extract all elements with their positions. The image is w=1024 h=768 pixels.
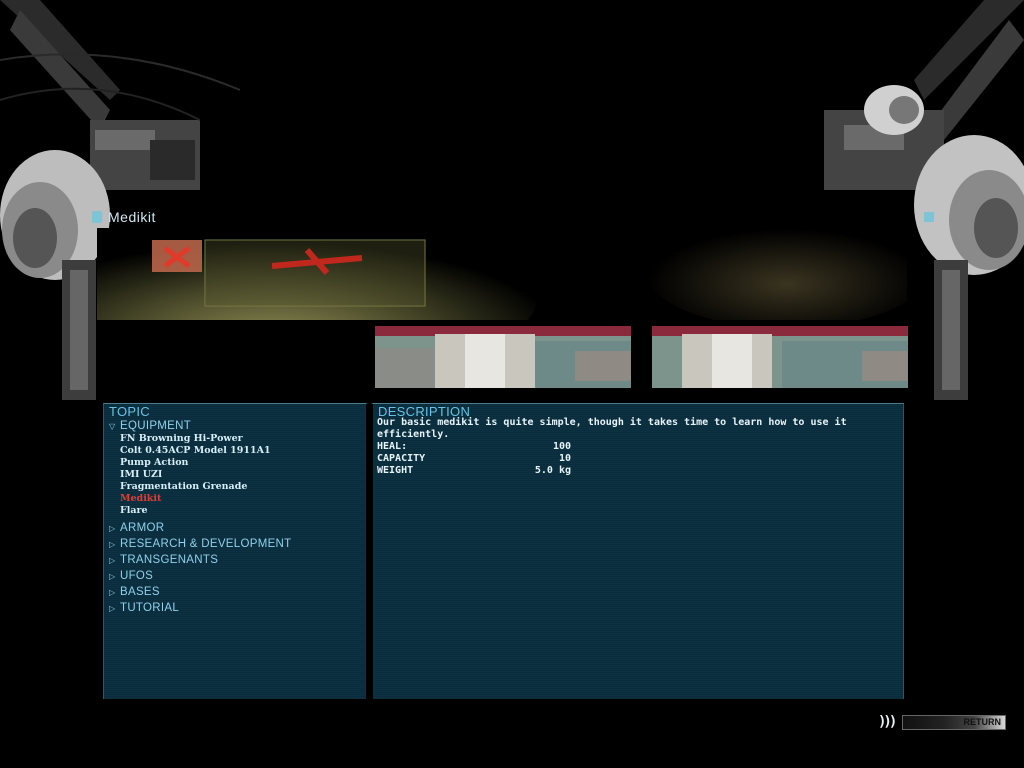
triangle-down-icon: ▽ bbox=[109, 421, 116, 431]
item-image bbox=[97, 228, 907, 320]
triangle-right-icon: ▷ bbox=[109, 571, 116, 581]
category-research-development[interactable]: ▷ RESEARCH & DEVELOPMENT bbox=[109, 537, 364, 551]
list-item-pump-action[interactable]: Pump Action bbox=[120, 457, 364, 469]
media-strip-2 bbox=[652, 326, 908, 388]
list-item-fn-browning[interactable]: FN Browning Hi-Power bbox=[120, 433, 364, 445]
description-panel: DESCRIPTION Our basic medikit is quite s… bbox=[371, 403, 904, 699]
category-label: RESEARCH & DEVELOPMENT bbox=[120, 538, 292, 550]
category-label: UFOS bbox=[120, 570, 154, 582]
stats-table: HEAL: 100 CAPACITY 10 WEIGHT 5.0 kg bbox=[377, 441, 677, 477]
category-label: ARMOR bbox=[120, 522, 165, 534]
equipment-items: FN Browning Hi-Power Colt 0.45ACP Model … bbox=[120, 433, 364, 517]
category-label: BASES bbox=[120, 586, 160, 598]
item-title: Medikit bbox=[108, 209, 156, 225]
stat-value: 5.0 kg bbox=[534, 465, 571, 476]
stat-row-heal: HEAL: 100 bbox=[377, 441, 677, 453]
return-bar: RETURN bbox=[902, 714, 1006, 730]
category-tutorial[interactable]: ▷ TUTORIAL bbox=[109, 601, 364, 615]
category-ufos[interactable]: ▷ UFOS bbox=[109, 569, 364, 583]
topic-heading: TOPIC bbox=[109, 404, 150, 419]
list-item-frag-grenade[interactable]: Fragmentation Grenade bbox=[120, 481, 364, 493]
list-item-imi-uzi[interactable]: IMI UZI bbox=[120, 469, 364, 481]
list-item-flare[interactable]: Flare bbox=[120, 505, 364, 517]
stat-label: WEIGHT bbox=[377, 465, 414, 476]
category-transgenants[interactable]: ▷ TRANSGENANTS bbox=[109, 553, 364, 567]
category-equipment[interactable]: ▽ EQUIPMENT bbox=[109, 419, 364, 433]
return-label: RETURN bbox=[963, 716, 1002, 727]
category-label: TUTORIAL bbox=[120, 602, 180, 614]
return-button[interactable]: ))) RETURN bbox=[878, 713, 1006, 731]
triangle-right-icon: ▷ bbox=[109, 555, 116, 565]
category-label: EQUIPMENT bbox=[120, 420, 192, 432]
list-item-medikit-selected[interactable]: Medikit bbox=[120, 493, 364, 505]
triangle-right-icon: ▷ bbox=[109, 523, 116, 533]
triangle-right-icon: ▷ bbox=[109, 603, 116, 613]
stat-row-capacity: CAPACITY 10 bbox=[377, 453, 677, 465]
topic-panel: TOPIC ▽ EQUIPMENT FN Browning Hi-Power C… bbox=[103, 403, 368, 699]
category-armor[interactable]: ▷ ARMOR bbox=[109, 521, 364, 535]
item-title-bar: Medikit bbox=[92, 208, 156, 226]
stat-value: 10 bbox=[558, 453, 571, 464]
stat-label: HEAL: bbox=[377, 441, 408, 452]
category-bases[interactable]: ▷ BASES bbox=[109, 585, 364, 599]
stat-row-weight: WEIGHT 5.0 kg bbox=[377, 465, 677, 477]
list-item-colt-1911a1[interactable]: Colt 0.45ACP Model 1911A1 bbox=[120, 445, 364, 457]
description-text: Our basic medikit is quite simple, thoug… bbox=[377, 417, 847, 440]
title-marker-icon bbox=[92, 211, 102, 223]
topic-tree: ▽ EQUIPMENT FN Browning Hi-Power Colt 0.… bbox=[109, 419, 364, 615]
stat-label: CAPACITY bbox=[377, 453, 426, 464]
research-screen: Medikit TOPIC ▽ EQUIPMENT FN Browning Hi… bbox=[0, 0, 1024, 768]
stat-value: 100 bbox=[552, 441, 571, 452]
triangle-right-icon: ▷ bbox=[109, 587, 116, 597]
media-strip-1 bbox=[375, 326, 631, 388]
triangle-right-icon: ▷ bbox=[109, 539, 116, 549]
triple-chevron-icon: ))) bbox=[878, 714, 897, 730]
category-label: TRANSGENANTS bbox=[120, 554, 219, 566]
